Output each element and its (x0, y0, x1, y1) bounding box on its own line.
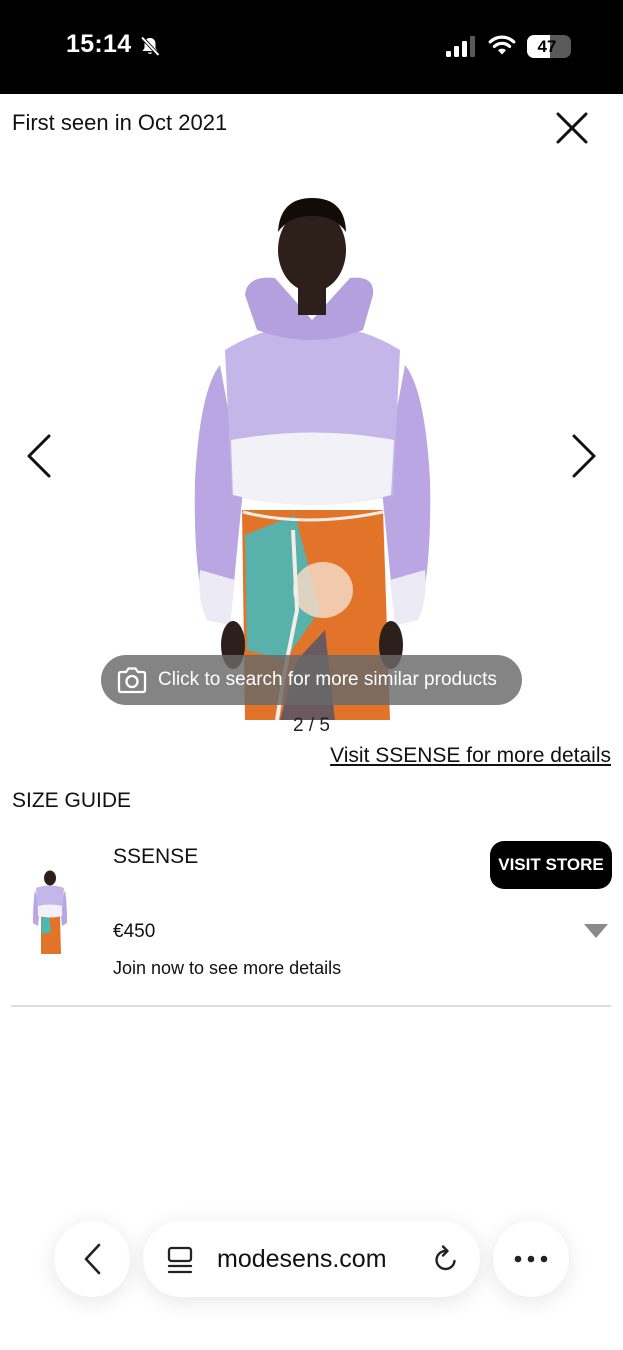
visual-search-label: Click to search for more similar product… (158, 669, 497, 690)
join-note: Join now to see more details (113, 958, 342, 978)
address-bar[interactable]: modesens.com (143, 1221, 480, 1297)
status-bar: 15:14 47 (0, 0, 623, 94)
back-icon (84, 1243, 101, 1275)
url-text: modesens.com (217, 1245, 387, 1273)
battery-level: 47 (537, 37, 557, 56)
first-seen-label: First seen in Oct 2021 (12, 110, 228, 135)
browser-back-button[interactable] (54, 1221, 130, 1297)
reload-icon[interactable] (432, 1244, 460, 1274)
price: €450 (113, 921, 156, 942)
wifi-icon (488, 35, 516, 55)
battery-indicator: 47 (527, 35, 571, 58)
product-gallery: Click to search for more similar product… (0, 160, 623, 720)
visit-store-button[interactable]: VISIT STORE (490, 841, 612, 889)
close-icon[interactable] (552, 108, 592, 148)
chevron-left-icon[interactable] (22, 432, 58, 480)
cellular-signal-icon (446, 36, 475, 57)
camera-icon (117, 667, 147, 694)
bell-slash-icon (140, 36, 160, 57)
visit-retailer-link[interactable]: Visit SSENSE for more details (330, 744, 611, 768)
product-image[interactable] (185, 190, 440, 720)
visual-search-button[interactable]: Click to search for more similar product… (101, 655, 522, 705)
divider (11, 1005, 611, 1007)
triangle-down-icon[interactable] (583, 922, 609, 940)
status-time: 15:14 (66, 30, 132, 58)
battery-tip (568, 43, 571, 50)
offer-thumbnail[interactable] (29, 868, 71, 954)
tabs-icon[interactable] (166, 1245, 194, 1275)
browser-more-button[interactable] (493, 1221, 569, 1297)
chevron-right-icon[interactable] (565, 432, 601, 480)
size-guide-link[interactable]: SIZE GUIDE (12, 789, 131, 813)
store-name: SSENSE (113, 845, 199, 868)
more-icon (514, 1255, 548, 1263)
image-pager: 2 / 5 (293, 715, 330, 736)
